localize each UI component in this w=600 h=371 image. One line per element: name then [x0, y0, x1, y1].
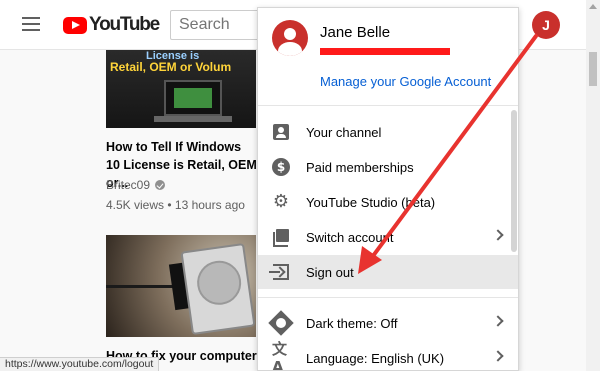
menu-item-label: Language: English (UK): [306, 350, 445, 366]
account-menu-header: Jane Belle Manage your Google Account: [258, 8, 518, 106]
menu-item-label: Switch account: [306, 229, 394, 245]
chevron-right-icon: [492, 229, 504, 241]
dark-theme-icon: [268, 310, 294, 336]
logo-text: YouTube: [89, 14, 160, 35]
person-box-icon: [272, 123, 290, 141]
verified-check-icon: [155, 180, 166, 190]
switch-account-icon: [272, 228, 290, 247]
menu-icon[interactable]: [22, 17, 40, 31]
redacted-email: [320, 48, 450, 55]
dollar-icon: $: [272, 158, 290, 176]
language-icon: 文A: [272, 340, 288, 371]
scrollbar-thumb[interactable]: [589, 52, 597, 86]
profile-avatar-icon: [272, 20, 308, 56]
menu-item-label: Dark theme: Off: [306, 315, 398, 331]
laptop-base: [154, 116, 232, 122]
youtube-logo[interactable]: YouTube: [63, 14, 160, 36]
menu-item-paid-memberships[interactable]: $ Paid memberships: [258, 150, 518, 184]
video-thumbnail[interactable]: [106, 235, 256, 337]
search-input[interactable]: [170, 10, 270, 40]
channel-name[interactable]: Britec09: [106, 178, 166, 192]
video-meta: 4.5K views • 13 hours ago: [106, 198, 245, 212]
menu-scrollbar[interactable]: [511, 110, 517, 252]
menu-item-youtube-studio[interactable]: ⚙ YouTube Studio (beta): [258, 185, 518, 219]
account-name: Jane Belle: [320, 24, 391, 41]
play-logo-icon: [63, 16, 87, 34]
laptop-image: [164, 80, 222, 116]
manage-account-link[interactable]: Manage your Google Account: [320, 74, 491, 89]
status-bar-url: https://www.youtube.com/logout: [0, 357, 160, 371]
account-menu: Jane Belle Manage your Google Account Yo…: [257, 7, 519, 371]
sign-out-icon: [269, 263, 290, 281]
menu-item-your-channel[interactable]: Your channel: [258, 115, 518, 149]
video-thumbnail[interactable]: License is Retail, OEM or Volum: [106, 50, 256, 128]
cable-image: [106, 285, 176, 288]
menu-item-language[interactable]: 文A Language: English (UK): [258, 340, 518, 371]
channel-name-text: Britec09: [106, 178, 151, 192]
page-scrollbar[interactable]: [586, 0, 600, 371]
hard-drive-image: [180, 242, 256, 336]
menu-item-label: Sign out: [306, 264, 354, 280]
menu-item-label: Your channel: [306, 124, 382, 140]
menu-item-label: YouTube Studio (beta): [306, 194, 436, 210]
chevron-right-icon: [492, 350, 504, 362]
scroll-up-icon[interactable]: [589, 4, 597, 9]
account-avatar-button[interactable]: J: [532, 11, 560, 39]
menu-item-switch-account[interactable]: Switch account: [258, 220, 518, 254]
menu-item-sign-out[interactable]: Sign out: [258, 255, 518, 289]
chevron-right-icon: [492, 315, 504, 327]
gear-icon: ⚙: [272, 191, 290, 212]
menu-item-label: Paid memberships: [306, 159, 414, 175]
thumbnail-text: Retail, OEM or Volum: [110, 60, 232, 74]
menu-divider: [258, 297, 518, 298]
menu-item-dark-theme[interactable]: Dark theme: Off: [258, 306, 518, 340]
